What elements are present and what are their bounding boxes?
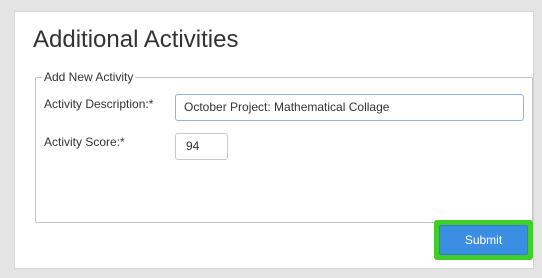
activity-score-label: Activity Score:* [44,135,125,149]
page-title: Additional Activities [33,26,239,53]
add-activity-fieldset: Add New Activity Activity Description:* … [35,70,533,223]
activity-description-input[interactable]: October Project: Mathematical Collage [175,94,524,121]
submit-highlight: Submit [434,220,533,260]
submit-button[interactable]: Submit [439,225,528,255]
fieldset-legend: Add New Activity [42,70,136,84]
activity-score-input[interactable]: 94 [175,133,228,160]
activity-description-label: Activity Description:* [44,97,154,111]
additional-activities-panel: Additional Activities Add New Activity A… [14,11,534,269]
